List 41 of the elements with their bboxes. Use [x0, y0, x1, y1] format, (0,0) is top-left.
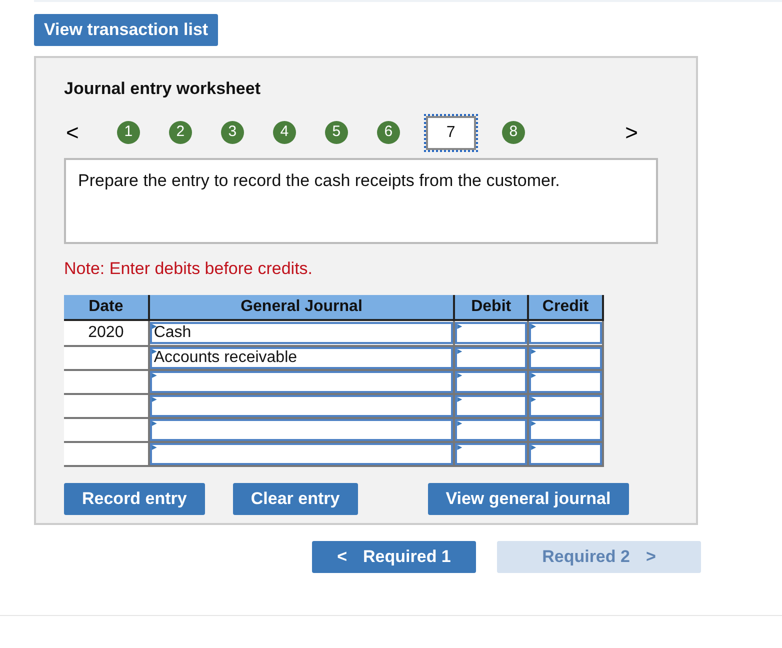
account-field[interactable] — [150, 443, 454, 465]
view-transaction-list-button[interactable]: View transaction list — [34, 14, 218, 46]
account-field[interactable] — [150, 419, 454, 441]
step-button[interactable]: 1 — [116, 121, 140, 144]
column-header: Date — [64, 295, 149, 320]
note-text: Note: Enter debits before credits. — [64, 258, 314, 280]
column-header: General Journal — [148, 295, 454, 320]
credit-field[interactable] — [529, 443, 602, 465]
credit-field[interactable] — [529, 322, 602, 344]
credit-field[interactable] — [529, 395, 602, 417]
column-header: Credit — [528, 295, 603, 320]
account-field[interactable]: Accounts receivable — [150, 347, 454, 369]
date-cell: 2020 — [64, 320, 149, 346]
debit-field[interactable] — [455, 443, 528, 465]
debit-field[interactable] — [455, 395, 528, 417]
step-button[interactable]: 6 — [376, 121, 400, 144]
credit-field[interactable] — [529, 419, 602, 441]
debit-field[interactable] — [455, 371, 528, 393]
instruction-text: Prepare the entry to record the cash receipts from the customer. — [64, 158, 658, 244]
account-field[interactable] — [150, 371, 454, 393]
view-general-journal-button[interactable]: View general journal — [428, 483, 629, 515]
column-header: Debit — [454, 295, 528, 320]
step-button[interactable]: 5 — [324, 121, 348, 144]
step-button[interactable]: 7 — [426, 116, 476, 150]
credit-field[interactable] — [529, 347, 602, 369]
account-field[interactable] — [150, 395, 454, 417]
step-button[interactable]: 4 — [272, 121, 296, 144]
debit-field[interactable] — [455, 322, 528, 344]
debit-field[interactable] — [455, 347, 528, 369]
step-button[interactable]: 2 — [168, 121, 192, 144]
worksheet-title: Journal entry worksheet — [64, 78, 262, 100]
required-tab-button[interactable]: < Required 1 — [312, 541, 476, 573]
account-field[interactable]: Cash — [150, 322, 454, 344]
debit-field[interactable] — [455, 419, 528, 441]
next-button[interactable]: > — [625, 122, 638, 144]
step-button[interactable]: 8 — [502, 121, 525, 144]
record-entry-button[interactable]: Record entry — [64, 483, 205, 515]
clear-entry-button[interactable]: Clear entry — [232, 483, 358, 515]
step-button[interactable]: 3 — [220, 121, 244, 144]
credit-field[interactable] — [529, 371, 602, 393]
previous-button[interactable]: < — [66, 122, 79, 144]
